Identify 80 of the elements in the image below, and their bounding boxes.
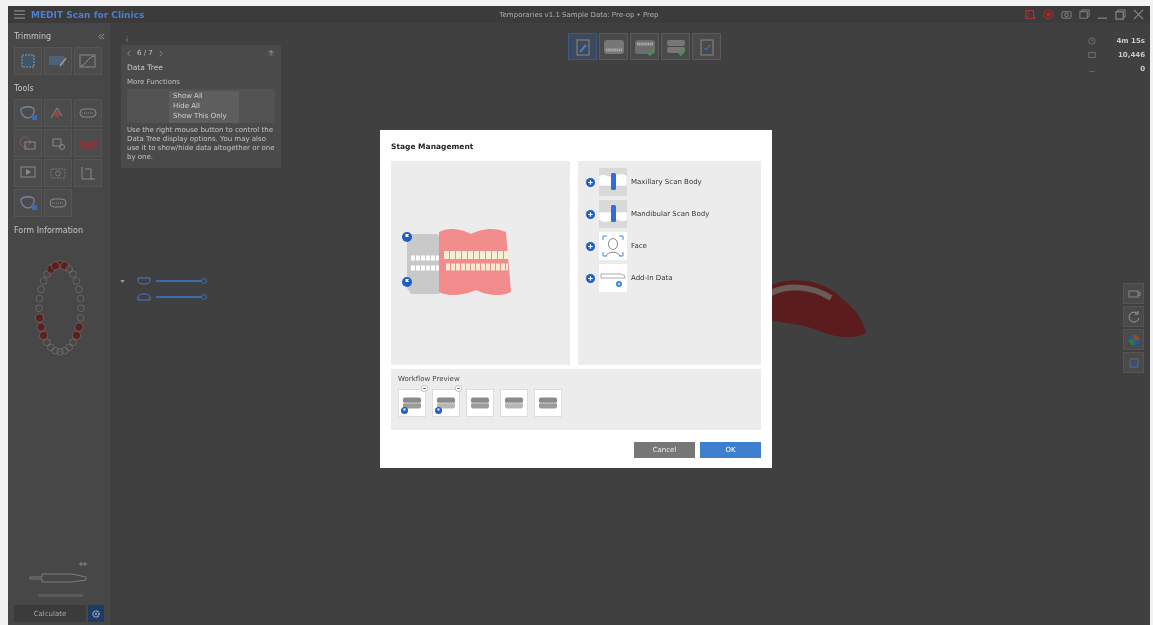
- opacity-slider[interactable]: [156, 294, 204, 300]
- add-button[interactable]: [586, 273, 595, 283]
- screen-record-icon[interactable]: [1025, 9, 1036, 20]
- scanner-thumbnail: [599, 264, 627, 292]
- ruler-icon: [78, 165, 98, 181]
- scan-body-thumbnail: [599, 168, 627, 196]
- tool-button[interactable]: [74, 129, 102, 157]
- tool-button[interactable]: [14, 129, 42, 157]
- view-tool-button[interactable]: [1123, 329, 1144, 350]
- help-icon[interactable]: [267, 49, 275, 57]
- tool-button[interactable]: [44, 99, 72, 127]
- view-tool-button[interactable]: [1123, 306, 1144, 327]
- flag-icon: [435, 407, 442, 414]
- stage-button[interactable]: [599, 33, 628, 60]
- tool-button[interactable]: [74, 159, 102, 187]
- collapse-icon[interactable]: [98, 33, 105, 40]
- add-button[interactable]: [586, 177, 595, 187]
- tool-button[interactable]: [44, 189, 72, 217]
- tool-button[interactable]: [14, 99, 42, 127]
- overlay-icon: [18, 135, 38, 151]
- close-icon[interactable]: [1133, 9, 1144, 20]
- stage-button[interactable]: [661, 33, 690, 60]
- plus-icon: [586, 241, 595, 251]
- tool-button[interactable]: [14, 47, 42, 75]
- square-icon: [1126, 355, 1141, 370]
- stage-thumbnail[interactable]: [500, 389, 528, 417]
- section-title: Form Information: [14, 226, 83, 235]
- tool-button[interactable]: [44, 47, 72, 75]
- color-sphere-icon: [1126, 332, 1141, 347]
- menu-icon[interactable]: [14, 10, 25, 19]
- add-button[interactable]: [586, 241, 595, 251]
- view-tool-button[interactable]: [1123, 352, 1144, 373]
- maximize-icon[interactable]: [1115, 9, 1126, 20]
- clock-icon: [1088, 37, 1097, 45]
- plus-icon: [586, 273, 595, 283]
- arch-icon: [48, 195, 68, 211]
- tool-button[interactable]: [74, 47, 102, 75]
- tool-button[interactable]: [74, 99, 102, 127]
- stage-thumbnail[interactable]: [466, 389, 494, 417]
- frame-icon: [1088, 51, 1097, 59]
- windows-icon[interactable]: [1079, 9, 1090, 20]
- view-tool-button[interactable]: [1123, 283, 1144, 304]
- camera-icon[interactable]: [1061, 9, 1072, 20]
- tooth-lock-icon: [18, 105, 38, 121]
- stage-button[interactable]: [568, 33, 597, 60]
- tool-button[interactable]: [14, 159, 42, 187]
- curve-icon: [78, 53, 98, 69]
- caret-icon[interactable]: [120, 280, 125, 283]
- tooth-lock-icon: [18, 195, 38, 211]
- stage-button[interactable]: [630, 33, 659, 60]
- section-title: Trimming: [14, 32, 52, 41]
- previous-icon[interactable]: [127, 49, 131, 57]
- play-icon: [18, 165, 38, 181]
- section-title: Tools: [14, 84, 34, 93]
- settings-button[interactable]: [88, 605, 104, 622]
- plus-icon: [586, 209, 595, 219]
- crop-icon: [18, 53, 38, 69]
- app-title: MEDIT Scan for Clinics: [31, 9, 145, 20]
- tool-button[interactable]: [44, 159, 72, 187]
- rotate-icon: [1126, 309, 1141, 324]
- gear-icon: [91, 608, 101, 619]
- stage-thumbnail[interactable]: [534, 389, 562, 417]
- record-icon[interactable]: [1043, 9, 1054, 20]
- tool-button[interactable]: [44, 129, 72, 157]
- face-scan-thumbnail: [599, 232, 627, 260]
- opacity-slider[interactable]: [156, 278, 204, 284]
- remove-icon[interactable]: [421, 385, 428, 392]
- next-icon[interactable]: [158, 49, 163, 57]
- arch-icon: [78, 105, 98, 121]
- scan-body-thumbnail: [599, 200, 627, 228]
- lower-jaw-icon: [137, 293, 151, 301]
- brush-icon: [48, 53, 68, 69]
- add-button[interactable]: [586, 209, 595, 219]
- remove-icon[interactable]: [455, 385, 462, 392]
- stage-button[interactable]: [692, 33, 721, 60]
- plus-icon: [586, 177, 595, 187]
- tool-button[interactable]: [14, 189, 42, 217]
- camera-icon: [48, 165, 68, 181]
- upper-jaw-icon: [137, 277, 151, 285]
- flag-icon: [401, 407, 408, 414]
